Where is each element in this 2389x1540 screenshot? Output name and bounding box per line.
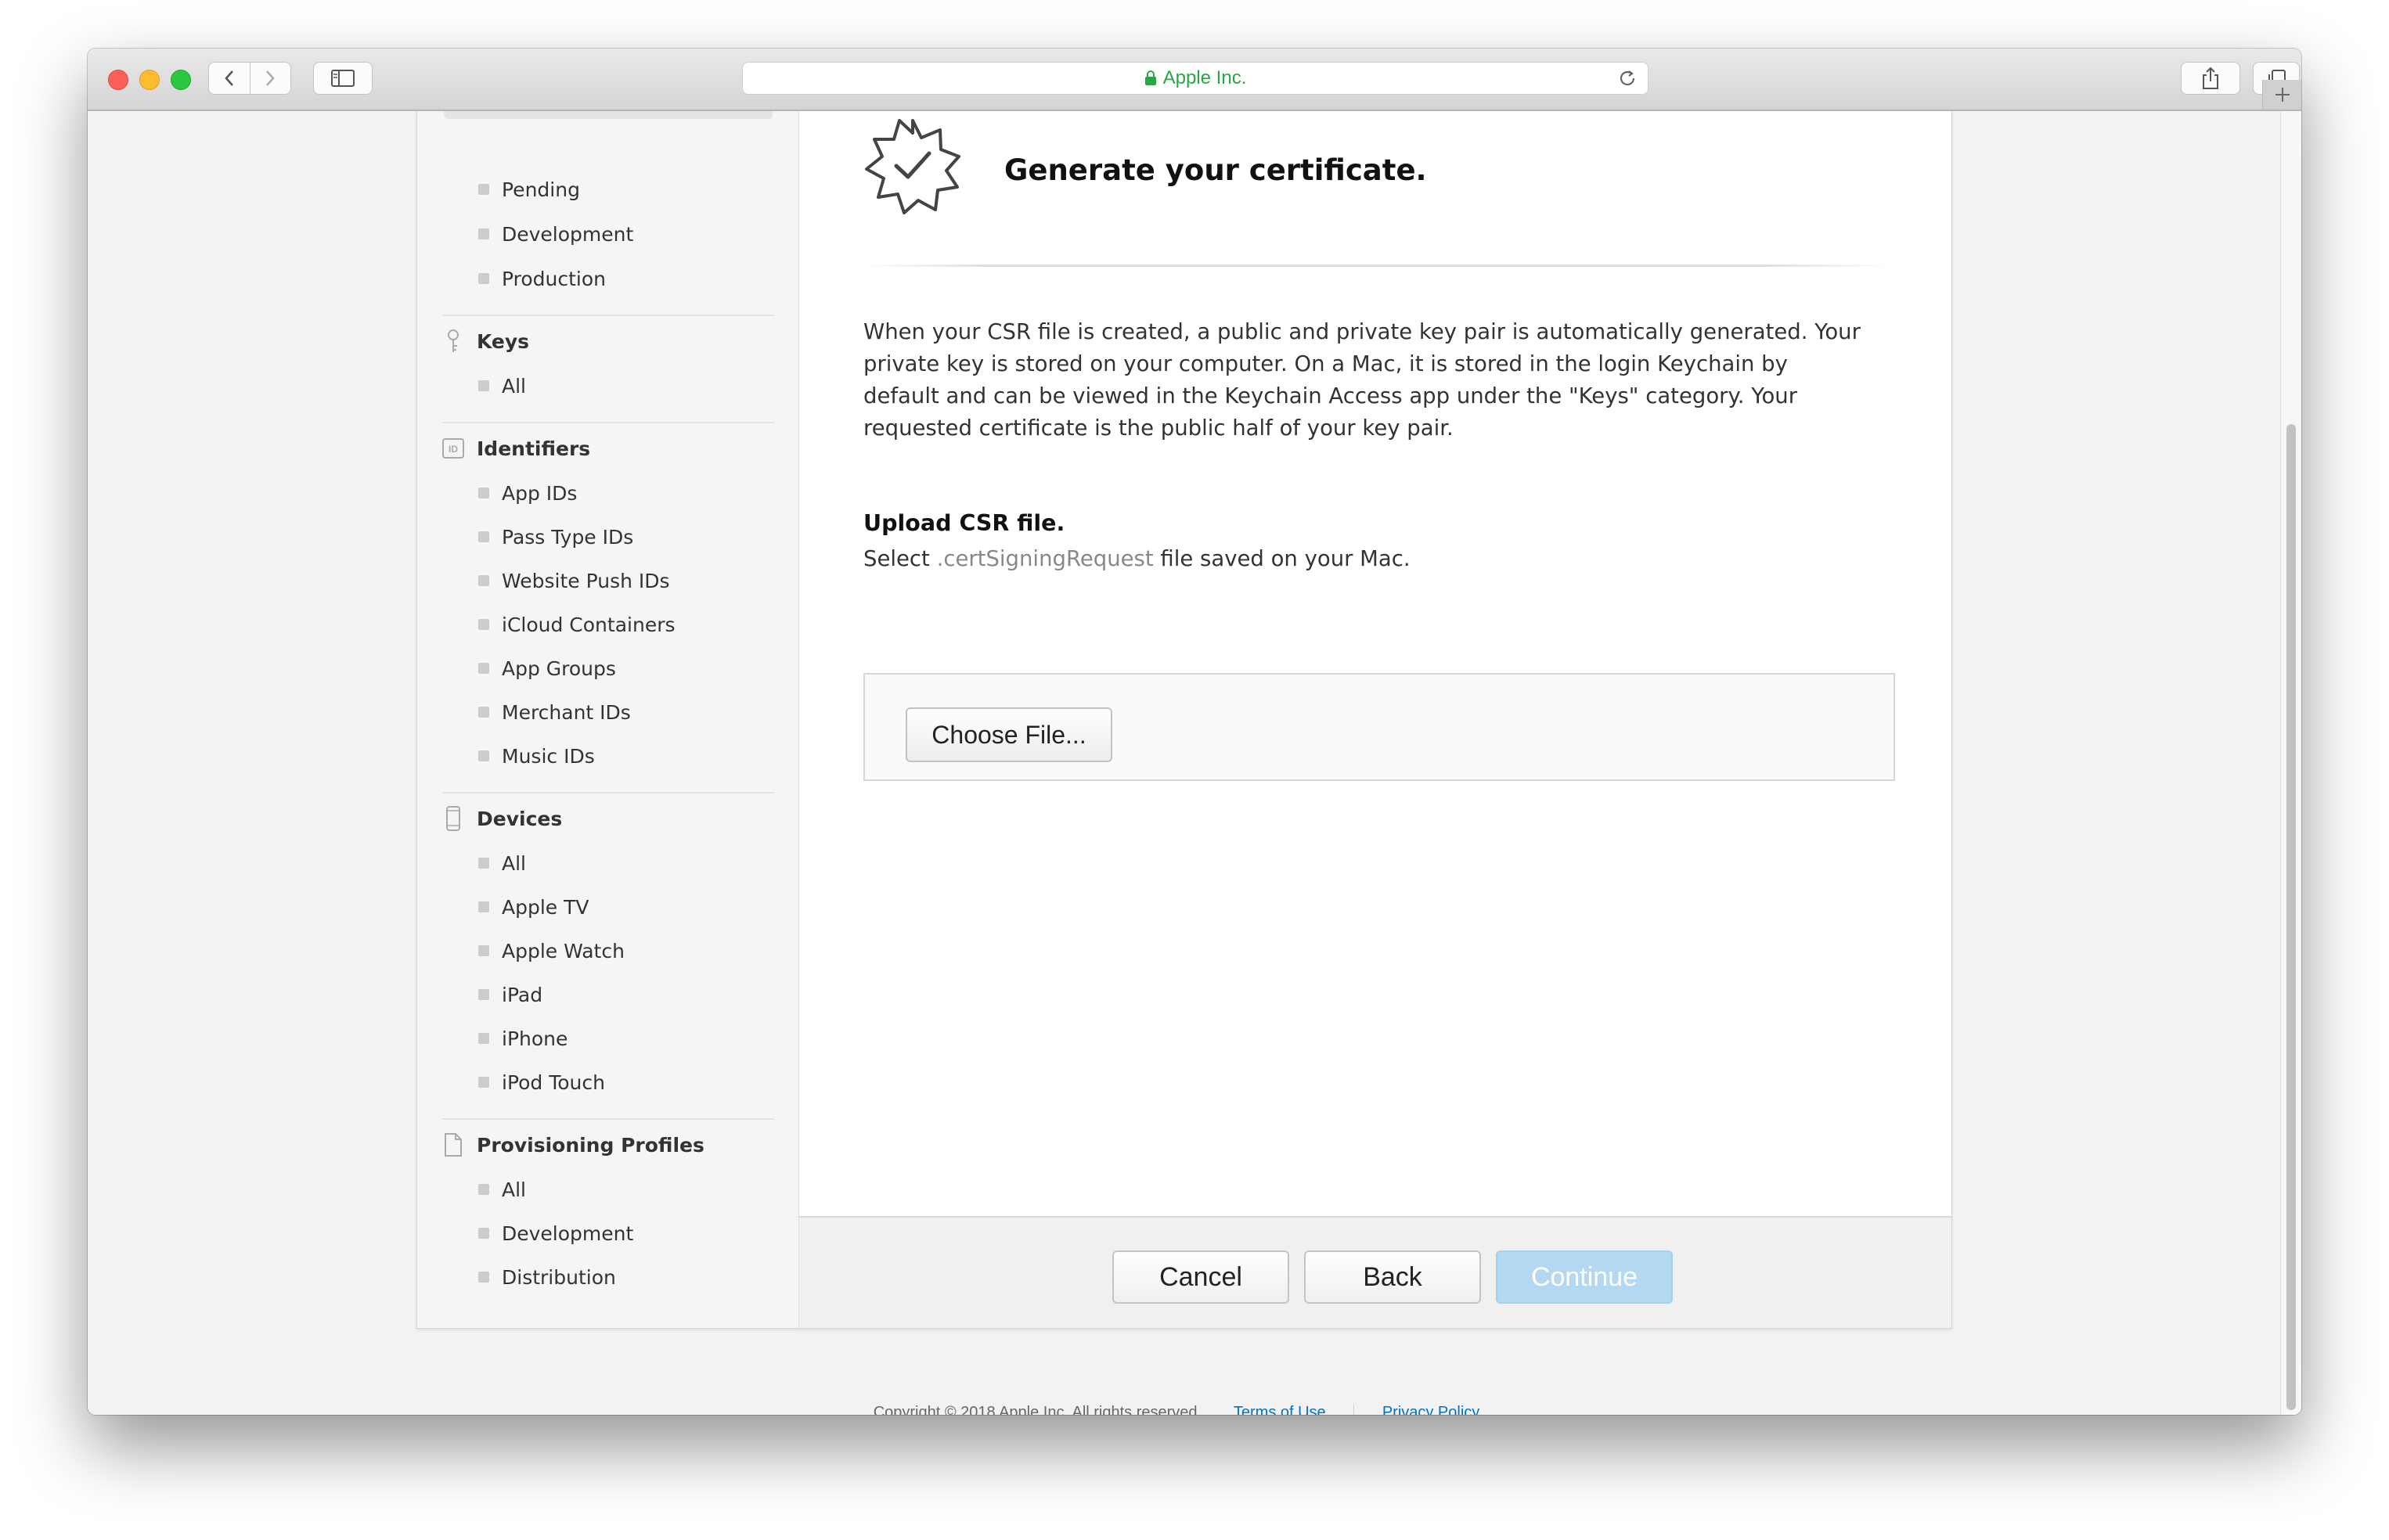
sidebar-item-devices-all[interactable]: All (478, 847, 526, 879)
forward-nav-button[interactable] (249, 63, 291, 94)
privacy-policy-link[interactable]: Privacy Policy (1382, 1404, 1479, 1415)
sidebar-item-apple-tv[interactable]: Apple TV (478, 891, 589, 923)
content-panel: Pending Development Production Keys All … (416, 111, 1952, 1329)
sidebar-item-keys-all[interactable]: All (478, 370, 526, 401)
sidebar-item-profiles-development[interactable]: Development (478, 1218, 633, 1249)
bullet-icon (478, 1184, 489, 1195)
plus-icon (2275, 88, 2290, 102)
page-footer: Copyright © 2018 Apple Inc. All rights r… (88, 1404, 2265, 1415)
svg-text:ID: ID (449, 444, 458, 455)
sidebar-divider (442, 315, 774, 316)
bullet-icon (478, 858, 489, 869)
description-text: When your CSR file is created, a public … (863, 319, 1861, 441)
close-window-button[interactable] (108, 70, 128, 90)
sidebar-heading-devices[interactable]: Devices (442, 803, 562, 834)
chevron-left-icon (225, 70, 233, 86)
key-icon (442, 329, 464, 354)
bullet-icon (478, 575, 489, 586)
navigation-buttons (208, 62, 291, 95)
reload-icon (1620, 70, 1635, 86)
share-icon (2203, 67, 2218, 89)
sidebar-item-app-groups[interactable]: App Groups (478, 653, 616, 684)
back-nav-button[interactable] (209, 63, 250, 94)
bullet-icon (478, 1077, 489, 1088)
bullet-icon (478, 1033, 489, 1044)
browser-toolbar: Apple Inc. (88, 49, 2301, 111)
sidebar-divider (442, 422, 774, 423)
upload-title: Upload CSR file. (863, 510, 1065, 536)
bullet-icon (478, 663, 489, 674)
sidebar-heading-identifiers[interactable]: ID Identifiers (442, 433, 590, 464)
continue-button[interactable]: Continue (1496, 1250, 1673, 1304)
bullet-icon (478, 1272, 489, 1283)
id-icon: ID (442, 436, 464, 461)
chevron-right-icon (266, 70, 275, 86)
bullet-icon (478, 488, 489, 498)
zoom-window-button[interactable] (171, 70, 191, 90)
document-icon (442, 1132, 464, 1157)
footer-separator (1353, 1404, 1355, 1415)
sidebar-selected-strip (444, 111, 773, 119)
sidebar-item-music-ids[interactable]: Music IDs (478, 740, 595, 772)
sidebar-item-profiles-all[interactable]: All (478, 1174, 526, 1205)
divider (863, 264, 1889, 267)
bullet-icon (478, 380, 489, 391)
terms-of-use-link[interactable]: Terms of Use (1234, 1404, 1326, 1415)
bullet-icon (478, 750, 489, 761)
reload-button[interactable] (1618, 69, 1637, 91)
upload-box: Choose File... (863, 673, 1895, 781)
bullet-icon (478, 945, 489, 956)
sidebar-heading-keys[interactable]: Keys (442, 326, 529, 357)
sidebar-item-apple-watch[interactable]: Apple Watch (478, 935, 625, 966)
scrollbar-thumb[interactable] (2286, 424, 2296, 1410)
sidebar-item-website-push-ids[interactable]: Website Push IDs (478, 565, 670, 596)
choose-file-button[interactable]: Choose File... (906, 707, 1112, 762)
copyright-text: Copyright © 2018 Apple Inc. All rights r… (873, 1404, 1202, 1415)
share-button[interactable] (2181, 62, 2240, 95)
sidebar-item-certificates-production[interactable]: Production (478, 263, 606, 294)
bullet-icon (478, 531, 489, 542)
sidebar-item-certificates-pending[interactable]: Pending (478, 174, 580, 205)
sidebar-divider (442, 1118, 774, 1120)
certificate-badge-icon (863, 116, 962, 218)
bullet-icon (478, 707, 489, 718)
sidebar-toggle-button[interactable] (313, 62, 373, 95)
scrollbar-track[interactable] (2280, 111, 2301, 1415)
sidebar-item-iphone[interactable]: iPhone (478, 1023, 568, 1054)
page-content: Pending Development Production Keys All … (88, 111, 2301, 1415)
sidebar-divider (442, 792, 774, 793)
sidebar-item-ipod-touch[interactable]: iPod Touch (478, 1067, 605, 1098)
back-button[interactable]: Back (1304, 1250, 1481, 1304)
main-content: Generate your certificate. When your CSR… (799, 111, 1951, 1328)
bullet-icon (478, 1228, 489, 1239)
sidebar-item-pass-type-ids[interactable]: Pass Type IDs (478, 521, 633, 552)
sidebar-heading-provisioning-profiles[interactable]: Provisioning Profiles (442, 1129, 704, 1160)
minimize-window-button[interactable] (139, 70, 160, 90)
phone-icon (442, 806, 464, 831)
sidebar-item-profiles-distribution[interactable]: Distribution (478, 1261, 616, 1293)
bullet-icon (478, 184, 489, 195)
bullet-icon (478, 273, 489, 284)
bullet-icon (478, 901, 489, 912)
new-tab-button[interactable] (2262, 80, 2301, 110)
url-label: Apple Inc. (1162, 67, 1247, 88)
bullet-icon (478, 228, 489, 239)
page-title: Generate your certificate. (1004, 153, 1427, 187)
bullet-icon (478, 989, 489, 1000)
sidebar-item-ipad[interactable]: iPad (478, 979, 542, 1010)
upload-instructions: Select .certSigningRequest file saved on… (863, 546, 1411, 571)
sidebar-icon (331, 70, 355, 87)
sidebar-item-merchant-ids[interactable]: Merchant IDs (478, 696, 631, 728)
sidebar-item-certificates-development[interactable]: Development (478, 218, 633, 250)
browser-window: Apple Inc. Pending Development Productio… (88, 49, 2301, 1415)
cancel-button[interactable]: Cancel (1112, 1250, 1289, 1304)
sidebar-item-icloud-containers[interactable]: iCloud Containers (478, 609, 676, 640)
address-bar[interactable]: Apple Inc. (742, 62, 1649, 95)
sidebar-item-app-ids[interactable]: App IDs (478, 477, 577, 509)
lock-icon (1144, 70, 1156, 85)
file-extension: .certSigningRequest (936, 546, 1154, 571)
bullet-icon (478, 619, 489, 630)
sidebar: Pending Development Production Keys All … (417, 111, 799, 1328)
action-bar: Cancel Back Continue (799, 1216, 1951, 1328)
